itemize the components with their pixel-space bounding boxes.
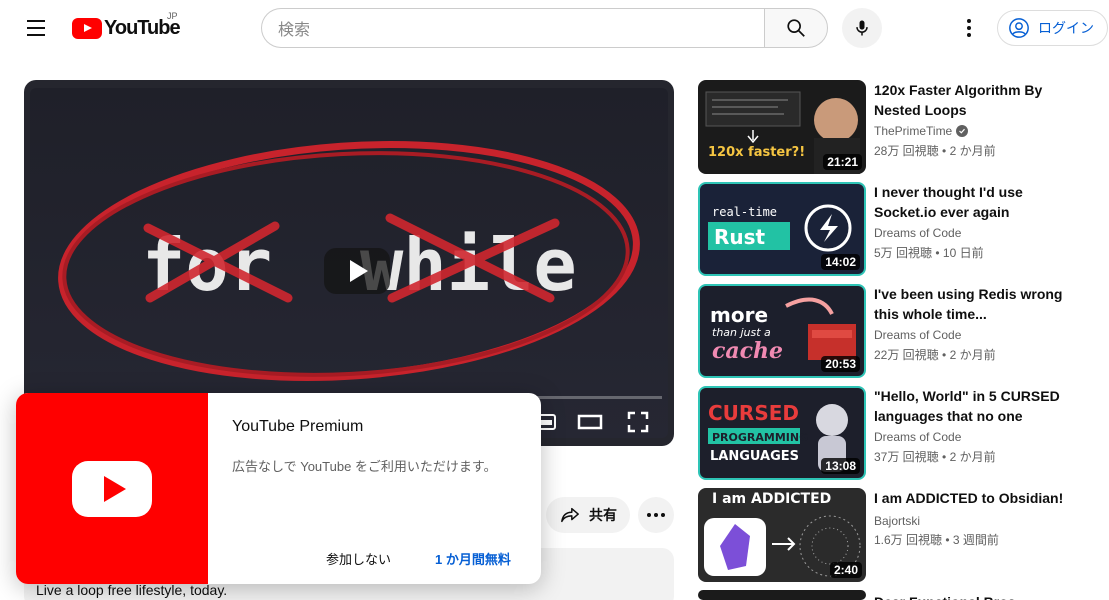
upload-age: 2 か月前 (949, 348, 996, 362)
list-item[interactable]: real-time Rust 14:02 I never thought I'd… (698, 182, 1098, 276)
duration-badge: 14:02 (821, 254, 860, 270)
description-text: Live a loop free lifestyle, today. (36, 582, 228, 598)
more-vert-icon (967, 19, 971, 23)
upload-age: 10 日前 (942, 246, 984, 260)
thumb-text-cursed: CURSED (708, 401, 799, 425)
video-thumbnail[interactable]: real-time Rust 14:02 (698, 182, 866, 276)
channel-name[interactable]: ThePrimeTime (874, 124, 969, 138)
thumb-text-programming: PROGRAMMING (712, 431, 808, 444)
channel-name[interactable]: Dreams of Code (874, 226, 961, 240)
duration-badge: 13:08 (821, 458, 860, 474)
channel-name[interactable]: Bajortski (874, 514, 920, 528)
video-thumbnail[interactable]: CURSED PROGRAMMING LANGUAGES 13:08 (698, 386, 866, 480)
search-placeholder: 検索 (278, 22, 311, 39)
duration-badge: 20:53 (821, 356, 860, 372)
video-title[interactable]: "Hello, World" in 5 CURSED languages tha… (874, 386, 1084, 426)
video-player[interactable]: for while (24, 80, 674, 446)
youtube-logo-icon (72, 17, 102, 39)
video-title[interactable]: 120x Faster Algorithm By Nested Loops (874, 80, 1084, 120)
channel-name[interactable]: Dreams of Code (874, 328, 961, 342)
video-meta: 28万 回視聴 • 2 か月前 (874, 144, 996, 158)
list-item[interactable]: Dear Functional Bros (698, 590, 1098, 600)
video-meta: 22万 回視聴 • 2 か月前 (874, 348, 996, 362)
video-meta: 5万 回視聴 • 10 日前 (874, 246, 984, 260)
view-count: 37万 回視聴 (874, 450, 939, 464)
duration-badge: 21:21 (823, 154, 862, 170)
account-icon (1009, 18, 1029, 38)
login-label: ログイン (1038, 20, 1094, 36)
search-input[interactable]: 検索 (261, 8, 764, 48)
promo-accept-button[interactable]: 1 か月間無料 (435, 549, 511, 568)
voice-search-button[interactable] (842, 8, 882, 48)
hamburger-icon (27, 20, 45, 22)
channel-name[interactable]: Dreams of Code (874, 430, 961, 444)
search-icon (787, 19, 805, 37)
promo-decline-button[interactable]: 参加しない (326, 549, 391, 568)
video-title[interactable]: Dear Functional Bros (874, 592, 1084, 600)
share-icon (561, 507, 579, 523)
list-item[interactable]: 120x faster?! 21:21 120x Faster Algorith… (698, 80, 1098, 174)
thumb-text-realtime: real-time (712, 205, 777, 219)
region-code: JP (167, 11, 178, 21)
promo-title: YouTube Premium (232, 418, 364, 435)
verified-badge-icon (956, 125, 969, 137)
video-thumbnail[interactable] (698, 590, 866, 600)
promo-text: 広告なしで YouTube をご利用いただけます。 (232, 459, 497, 474)
list-item[interactable]: I am ADDICTED 2:40 I am ADDICTED to Obsi… (698, 488, 1098, 582)
thumb-text-cache: cache (712, 338, 783, 364)
video-thumbnail[interactable]: I am ADDICTED 2:40 (698, 488, 866, 582)
duration-badge: 2:40 (829, 562, 862, 578)
thumb-text-rust: Rust (714, 225, 766, 249)
video-meta: 37万 回視聴 • 2 か月前 (874, 450, 996, 464)
settings-menu-button[interactable] (955, 12, 983, 44)
share-label: 共有 (589, 507, 617, 523)
youtube-play-icon (72, 460, 152, 517)
video-title[interactable]: I am ADDICTED to Obsidian! (874, 488, 1084, 508)
thumb-text-more: more (710, 303, 768, 327)
fullscreen-button[interactable] (626, 410, 650, 434)
video-thumbnail[interactable]: more than just a cache 20:53 (698, 284, 866, 378)
theater-mode-icon (577, 414, 603, 430)
search-button[interactable] (764, 8, 828, 48)
more-actions-button[interactable] (638, 497, 674, 533)
more-horiz-icon (647, 513, 651, 517)
video-title[interactable]: I've been using Redis wrong this whole t… (874, 284, 1084, 324)
microphone-icon (856, 20, 868, 36)
view-count: 22万 回視聴 (874, 348, 939, 362)
view-count: 1.6万 回視聴 (874, 533, 943, 547)
premium-promo-dialog: YouTube Premium 広告なしで YouTube をご利用いただけます… (16, 393, 541, 584)
upload-age: 3 週間前 (952, 533, 999, 547)
guide-menu-button[interactable] (20, 12, 52, 44)
login-button[interactable]: ログイン (997, 10, 1108, 46)
play-button[interactable] (324, 248, 390, 294)
view-count: 5万 回視聴 (874, 246, 933, 260)
fullscreen-icon (627, 411, 649, 433)
share-button[interactable]: 共有 (546, 497, 630, 533)
upload-age: 2 か月前 (949, 450, 996, 464)
masthead: YouTube JP 検索 ログイン (0, 0, 1109, 56)
thumb-text-addicted: I am ADDICTED (712, 491, 831, 507)
video-frame: for while (30, 88, 668, 438)
video-meta: 1.6万 回視聴 • 3 週間前 (874, 533, 999, 547)
view-count: 28万 回視聴 (874, 144, 939, 158)
upload-age: 2 か月前 (949, 144, 996, 158)
youtube-logo[interactable]: YouTube (72, 16, 181, 40)
video-thumbnail[interactable]: 120x faster?! 21:21 (698, 80, 866, 174)
thumb-text-120x: 120x faster?! (708, 145, 805, 160)
list-item[interactable]: more than just a cache 20:53 I've been u… (698, 284, 1098, 378)
thumb-text-languages: LANGUAGES (710, 449, 799, 464)
premium-art (16, 393, 208, 584)
list-item[interactable]: CURSED PROGRAMMING LANGUAGES 13:08 "Hell… (698, 386, 1098, 480)
video-title[interactable]: I never thought I'd use Socket.io ever a… (874, 182, 1084, 222)
theater-mode-button[interactable] (577, 410, 603, 434)
